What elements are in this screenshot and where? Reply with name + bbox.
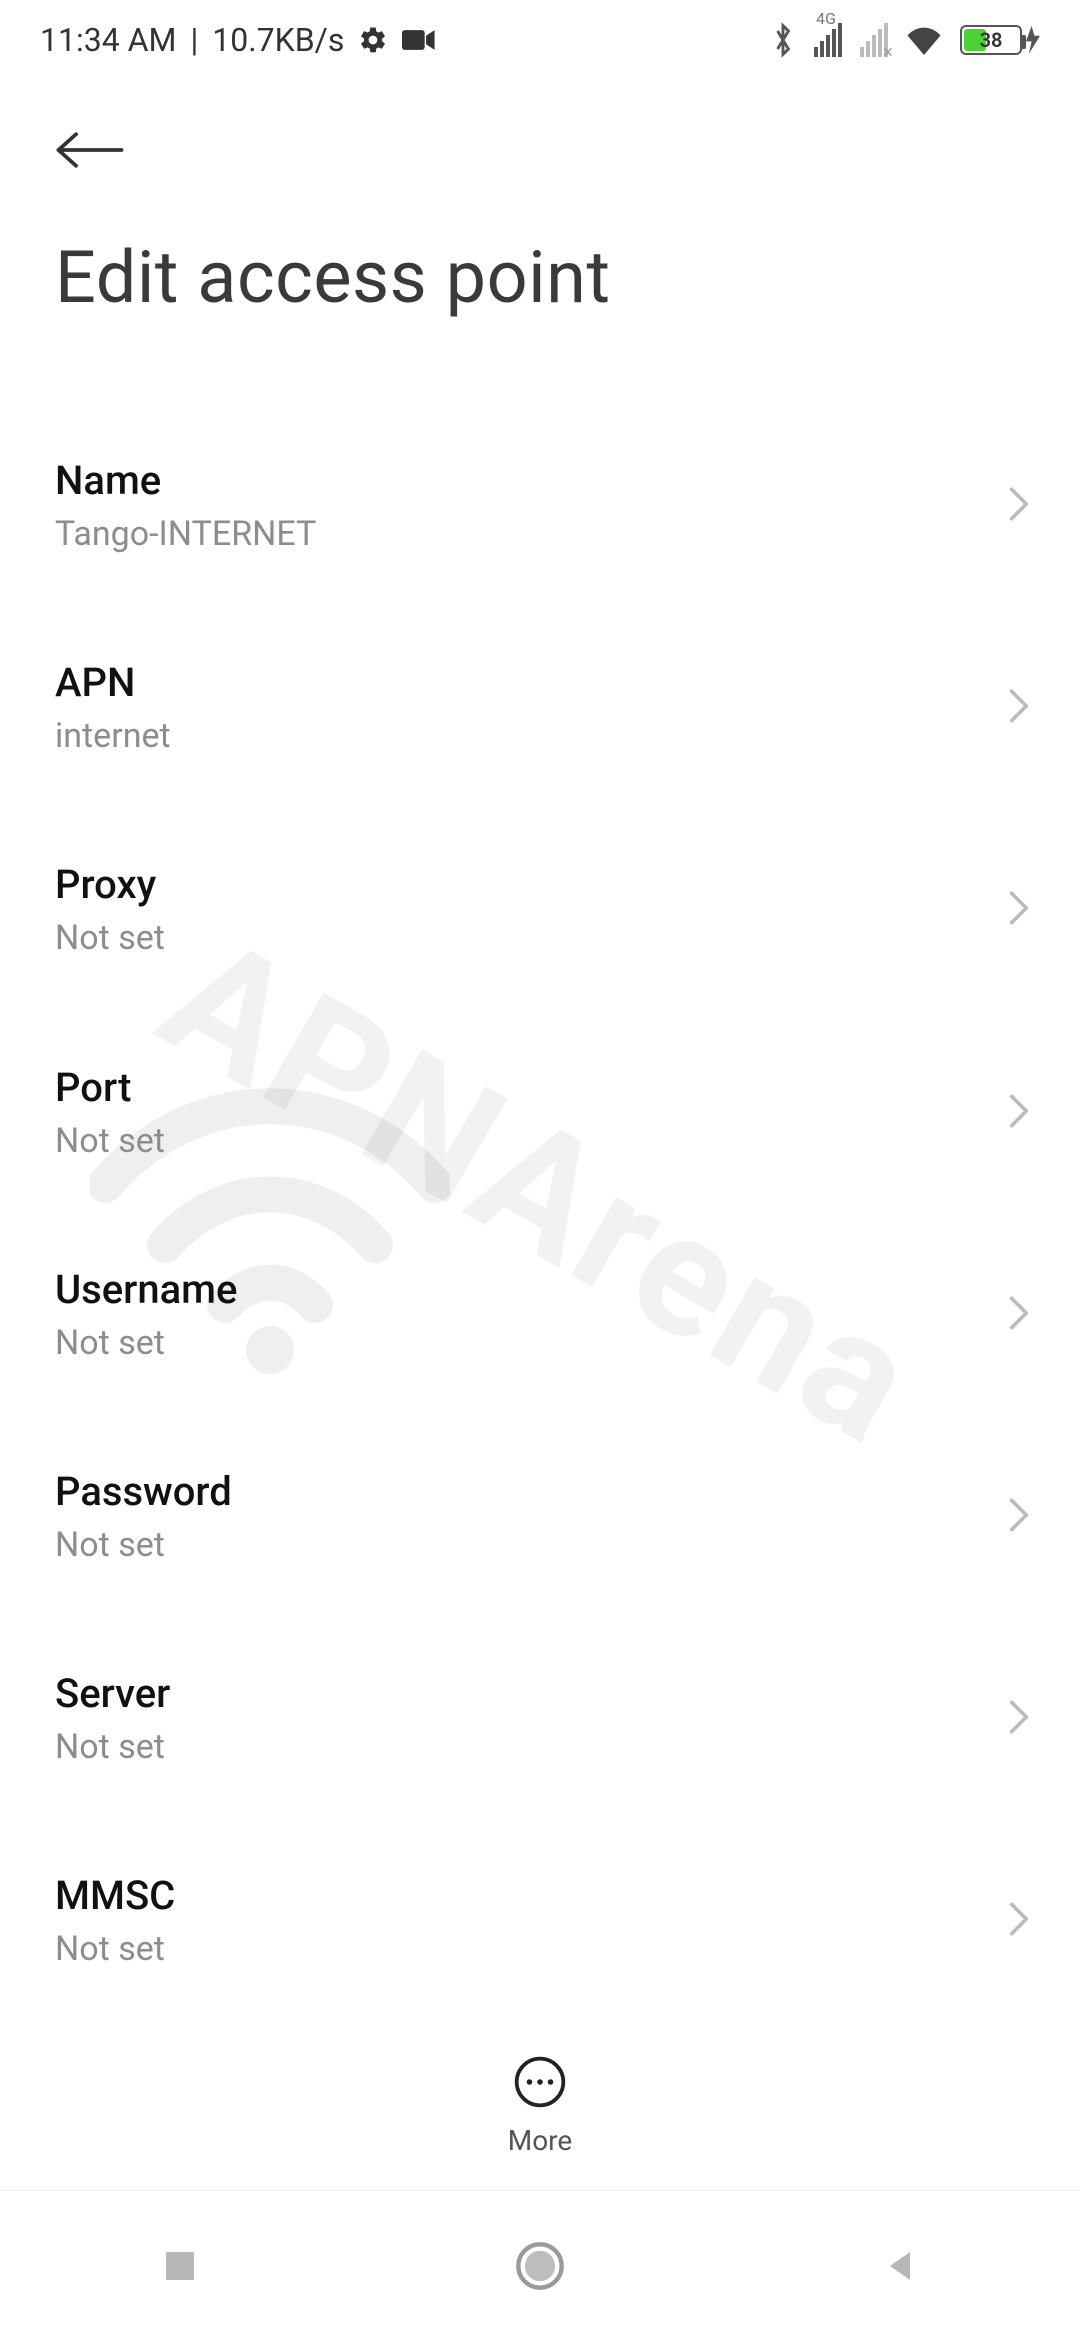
apn-settings-list: Name Tango-INTERNET APN internet Proxy N… (0, 420, 1080, 2020)
square-icon (160, 2246, 200, 2286)
status-netspeed: 10.7KB/s (212, 21, 344, 59)
row-port[interactable]: Port Not set (0, 1027, 1080, 1199)
row-username[interactable]: Username Not set (0, 1229, 1080, 1401)
chevron-right-icon (1008, 1698, 1030, 1740)
more-button[interactable]: More (508, 2054, 573, 2157)
video-icon (402, 28, 436, 52)
back-button[interactable] (55, 130, 125, 174)
chevron-right-icon (1008, 1294, 1030, 1336)
chevron-right-icon (1008, 1092, 1030, 1134)
row-label: Port (55, 1063, 1000, 1113)
row-label: MMSC (55, 1871, 1000, 1921)
triangle-left-icon (880, 2246, 920, 2286)
signal-4g-icon: 4G (814, 23, 842, 57)
signal-nosim-icon: ✕ (860, 23, 888, 57)
chevron-right-icon (1008, 889, 1030, 931)
row-value: Not set (55, 1927, 1000, 1971)
status-time: 11:34 AM (40, 21, 176, 59)
wifi-icon (906, 25, 942, 55)
battery-pct: 38 (962, 28, 1020, 52)
row-value: Not set (55, 1119, 1000, 1163)
row-value: Not set (55, 916, 1000, 960)
navigation-bar (0, 2190, 1080, 2340)
nav-recents-button[interactable] (80, 2246, 280, 2286)
row-password[interactable]: Password Not set (0, 1431, 1080, 1603)
chevron-right-icon (1008, 1496, 1030, 1538)
gear-icon (358, 25, 388, 55)
row-label: Username (55, 1265, 1000, 1315)
row-server[interactable]: Server Not set (0, 1633, 1080, 1805)
row-label: Password (55, 1467, 1000, 1517)
row-label: Proxy (55, 860, 1000, 910)
chevron-right-icon (1008, 485, 1030, 527)
battery-icon: 38 (960, 25, 1040, 55)
row-value: internet (55, 714, 1000, 758)
row-label: Server (55, 1669, 1000, 1719)
circle-icon (514, 2240, 566, 2292)
row-label: APN (55, 658, 1000, 708)
more-label: More (508, 2124, 573, 2157)
row-mmsc[interactable]: MMSC Not set (0, 1835, 1080, 2007)
page-title: Edit access point (55, 235, 611, 320)
nav-back-button[interactable] (800, 2246, 1000, 2286)
row-name[interactable]: Name Tango-INTERNET (0, 420, 1080, 592)
row-apn[interactable]: APN internet (0, 622, 1080, 794)
bluetooth-icon (770, 22, 796, 58)
chevron-right-icon (1008, 1900, 1030, 1942)
status-bar: 11:34 AM | 10.7KB/s 4G ✕ (0, 0, 1080, 80)
chevron-right-icon (1008, 687, 1030, 729)
row-value: Not set (55, 1523, 1000, 1567)
nav-home-button[interactable] (440, 2240, 640, 2292)
row-value: Not set (55, 1725, 1000, 1769)
signal-4g-label: 4G (816, 9, 836, 28)
more-icon (512, 2054, 568, 2114)
row-label: Name (55, 456, 1000, 506)
row-value: Tango-INTERNET (55, 512, 1000, 556)
back-arrow-icon (55, 130, 125, 170)
row-proxy[interactable]: Proxy Not set (0, 824, 1080, 996)
row-value: Not set (55, 1321, 1000, 1365)
bottom-action-bar: More (0, 2020, 1080, 2190)
status-separator: | (190, 21, 198, 59)
